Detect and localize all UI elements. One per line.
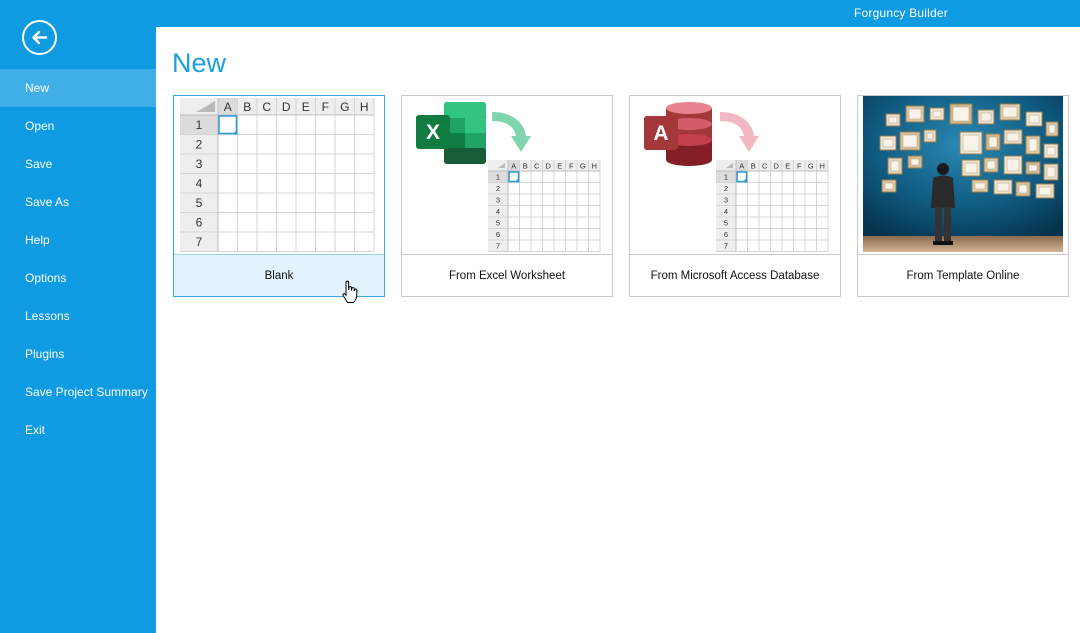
grid-row-header: 3 [724, 195, 728, 204]
grid-column-header: C [262, 100, 271, 114]
grid-column-header: G [808, 161, 814, 170]
sidebar-menu: New Open Save Save As Help Options Lesso… [0, 69, 156, 449]
grid-row-header: 4 [496, 207, 500, 216]
arrow-down-curve-icon [492, 112, 531, 152]
grid-column-header: C [762, 161, 768, 170]
grid-column-header: G [580, 161, 586, 170]
grid-row-header: 3 [196, 157, 203, 171]
grid-row-header: 4 [724, 207, 728, 216]
grid-row-header: 2 [196, 138, 203, 152]
sidebar-item-save-as[interactable]: Save As [0, 183, 156, 221]
grid-row-header: 2 [724, 184, 728, 193]
grid-row-header: 1 [724, 172, 728, 181]
grid-row-header: 6 [496, 230, 500, 239]
grid-column-header: F [322, 100, 329, 114]
grid-column-header: F [797, 161, 802, 170]
template-card-excel[interactable]: X ABCDEFGH 1 2 3 4 5 6 7 From Excel Worksheet [401, 95, 613, 297]
sidebar: New Open Save Save As Help Options Lesso… [0, 0, 156, 633]
sidebar-item-help[interactable]: Help [0, 221, 156, 259]
template-label: From Microsoft Access Database [630, 254, 840, 296]
grid-column-header: F [569, 161, 574, 170]
template-label: From Template Online [858, 254, 1068, 296]
hand-cursor-icon [342, 280, 358, 303]
arrow-left-icon [32, 30, 48, 45]
template-card-online[interactable]: From Template Online [857, 95, 1069, 297]
spreadsheet-grid-icon: ABCDEFGH 1 2 3 4 5 6 7 [174, 96, 384, 254]
back-button[interactable] [22, 20, 57, 55]
grid-row-header: 6 [724, 230, 728, 239]
excel-icon: X [416, 102, 486, 164]
grid-row-header: 5 [724, 218, 728, 227]
sidebar-item-save[interactable]: Save [0, 145, 156, 183]
grid-column-header: B [523, 161, 528, 170]
page-title: New [172, 48, 227, 78]
arrow-down-curve-icon [720, 112, 759, 152]
grid-column-header: E [557, 161, 562, 170]
sidebar-item-lessons[interactable]: Lessons [0, 297, 156, 335]
grid-row-header: 7 [724, 241, 728, 250]
grid-column-header: G [340, 100, 349, 114]
grid-row-header: 4 [196, 177, 203, 191]
grid-column-header: D [282, 100, 291, 114]
template-card-blank[interactable]: ABCDEFGH1234567 Blank [173, 95, 385, 297]
grid-row-header: 2 [496, 184, 500, 193]
template-label: From Excel Worksheet [402, 254, 612, 296]
sidebar-item-save-project-summary[interactable]: Save Project Summary [0, 373, 156, 411]
grid-row-header: 7 [196, 235, 203, 249]
grid-row-header: 7 [496, 241, 500, 250]
grid-row-header: 6 [196, 216, 203, 230]
grid-column-header: E [785, 161, 790, 170]
sidebar-item-open[interactable]: Open [0, 107, 156, 145]
grid-column-header: H [592, 161, 597, 170]
svg-text:X: X [426, 121, 440, 144]
app-title: Forguncy Builder [854, 6, 948, 20]
grid-column-header: B [243, 100, 251, 114]
sidebar-item-plugins[interactable]: Plugins [0, 335, 156, 373]
grid-column-header: D [774, 161, 780, 170]
grid-row-header: 5 [496, 218, 500, 227]
grid-row-header: 3 [496, 195, 500, 204]
access-icon: A [644, 102, 712, 166]
grid-column-header: C [534, 161, 540, 170]
grid-column-header: H [820, 161, 825, 170]
svg-text:A: A [653, 122, 668, 145]
sidebar-item-new[interactable]: New [0, 69, 156, 107]
template-card-access[interactable]: A ABCDEFGH1234567 From Microsoft Access … [629, 95, 841, 297]
grid-row-header: 1 [496, 172, 500, 181]
grid-row-header: 5 [196, 196, 203, 210]
gallery-photo [863, 96, 1063, 252]
grid-column-header: A [511, 161, 516, 170]
grid-column-header: H [360, 100, 369, 114]
grid-column-header: B [751, 161, 756, 170]
grid-row-header: 1 [196, 118, 203, 132]
grid-column-header: D [546, 161, 552, 170]
grid-column-header: A [224, 100, 232, 114]
grid-column-header: E [302, 100, 310, 114]
grid-column-header: A [739, 161, 744, 170]
sidebar-item-exit[interactable]: Exit [0, 411, 156, 449]
sidebar-item-options[interactable]: Options [0, 259, 156, 297]
title-bar: Forguncy Builder [156, 0, 1080, 27]
